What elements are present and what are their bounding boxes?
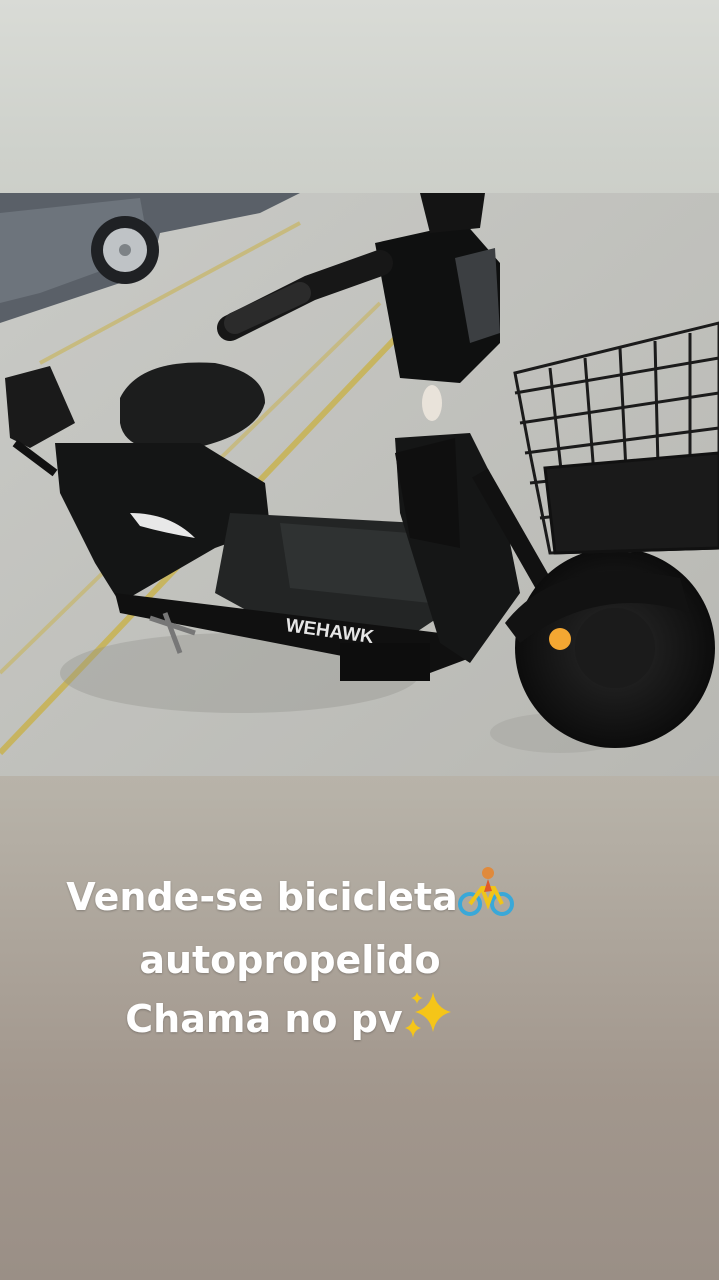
caption-line-2: autopropelido	[139, 938, 441, 982]
scooter-photo: WEHAWK	[0, 193, 719, 776]
cyclist-icon	[457, 866, 514, 933]
caption-line-3-text: Chama no pv	[125, 997, 403, 1041]
caption-line-1: Vende-se bicicleta	[0, 866, 580, 933]
caption-line-1-text: Vende-se bicicleta	[66, 875, 458, 919]
sparkles-icon	[403, 988, 455, 1055]
caption-line-3: Chama no pv	[0, 988, 580, 1055]
caption: Vende-se bicicleta autopropelido Chama n…	[0, 866, 580, 1055]
